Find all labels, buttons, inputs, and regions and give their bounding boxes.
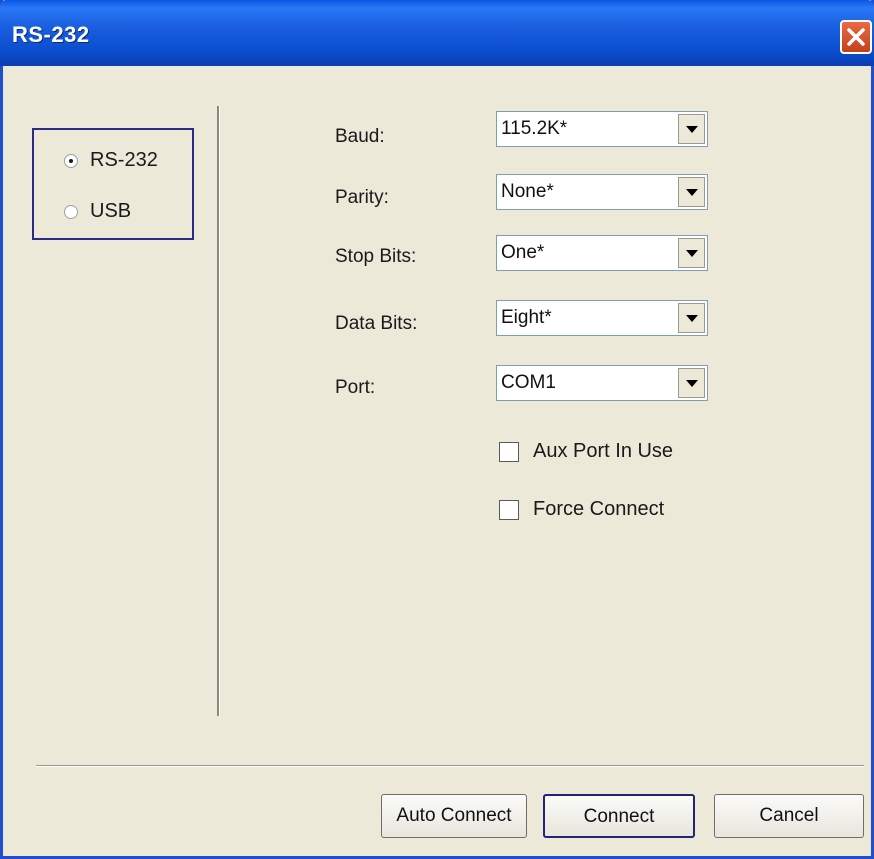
port-label: Port: [335, 377, 376, 398]
chevron-down-icon[interactable] [678, 177, 705, 207]
title-bar[interactable]: RS-232 [0, 0, 874, 66]
radio-usb-label: USB [90, 200, 132, 222]
stop-bits-select[interactable]: One* [496, 235, 708, 271]
data-bits-value: Eight* [501, 307, 552, 328]
aux-port-option[interactable]: Aux Port In Use [499, 440, 673, 463]
parity-label: Parity: [335, 187, 389, 208]
parity-value: None* [501, 181, 554, 202]
vertical-divider [217, 106, 220, 716]
radio-usb-button[interactable] [64, 204, 78, 219]
stop-bits-label: Stop Bits: [335, 246, 417, 267]
aux-port-checkbox[interactable] [499, 441, 519, 462]
port-select[interactable]: COM1 [496, 365, 708, 401]
data-bits-select[interactable]: Eight* [496, 300, 708, 336]
radio-rs232-label: RS-232 [90, 149, 158, 171]
aux-port-label: Aux Port In Use [533, 440, 674, 462]
stop-bits-value: One* [501, 242, 545, 263]
chevron-down-icon[interactable] [678, 368, 705, 398]
baud-value: 115.2K* [501, 118, 568, 139]
baud-label: Baud: [335, 126, 385, 147]
force-connect-option[interactable]: Force Connect [499, 498, 664, 521]
connect-button[interactable]: Connect [543, 794, 695, 838]
rs232-dialog: RS-232 RS-232 USB Baud: 115.2K* Parity: … [0, 0, 874, 859]
auto-connect-button[interactable]: Auto Connect [381, 794, 527, 838]
close-button[interactable] [840, 20, 872, 54]
chevron-down-icon[interactable] [678, 238, 705, 268]
chevron-down-icon[interactable] [678, 303, 705, 333]
connection-type-group: RS-232 USB [32, 128, 194, 240]
chevron-down-icon[interactable] [678, 114, 705, 144]
baud-select[interactable]: 115.2K* [496, 111, 708, 147]
radio-rs232-button[interactable] [64, 153, 78, 168]
radio-rs232[interactable]: RS-232 [64, 149, 158, 172]
close-icon [847, 28, 865, 46]
data-bits-label: Data Bits: [335, 313, 418, 334]
port-value: COM1 [501, 372, 556, 393]
parity-select[interactable]: None* [496, 174, 708, 210]
force-connect-checkbox[interactable] [499, 499, 519, 520]
horizontal-divider [36, 765, 864, 767]
radio-usb[interactable]: USB [64, 200, 131, 223]
cancel-button[interactable]: Cancel [714, 794, 864, 838]
force-connect-label: Force Connect [533, 498, 665, 520]
window-title: RS-232 [12, 22, 90, 47]
